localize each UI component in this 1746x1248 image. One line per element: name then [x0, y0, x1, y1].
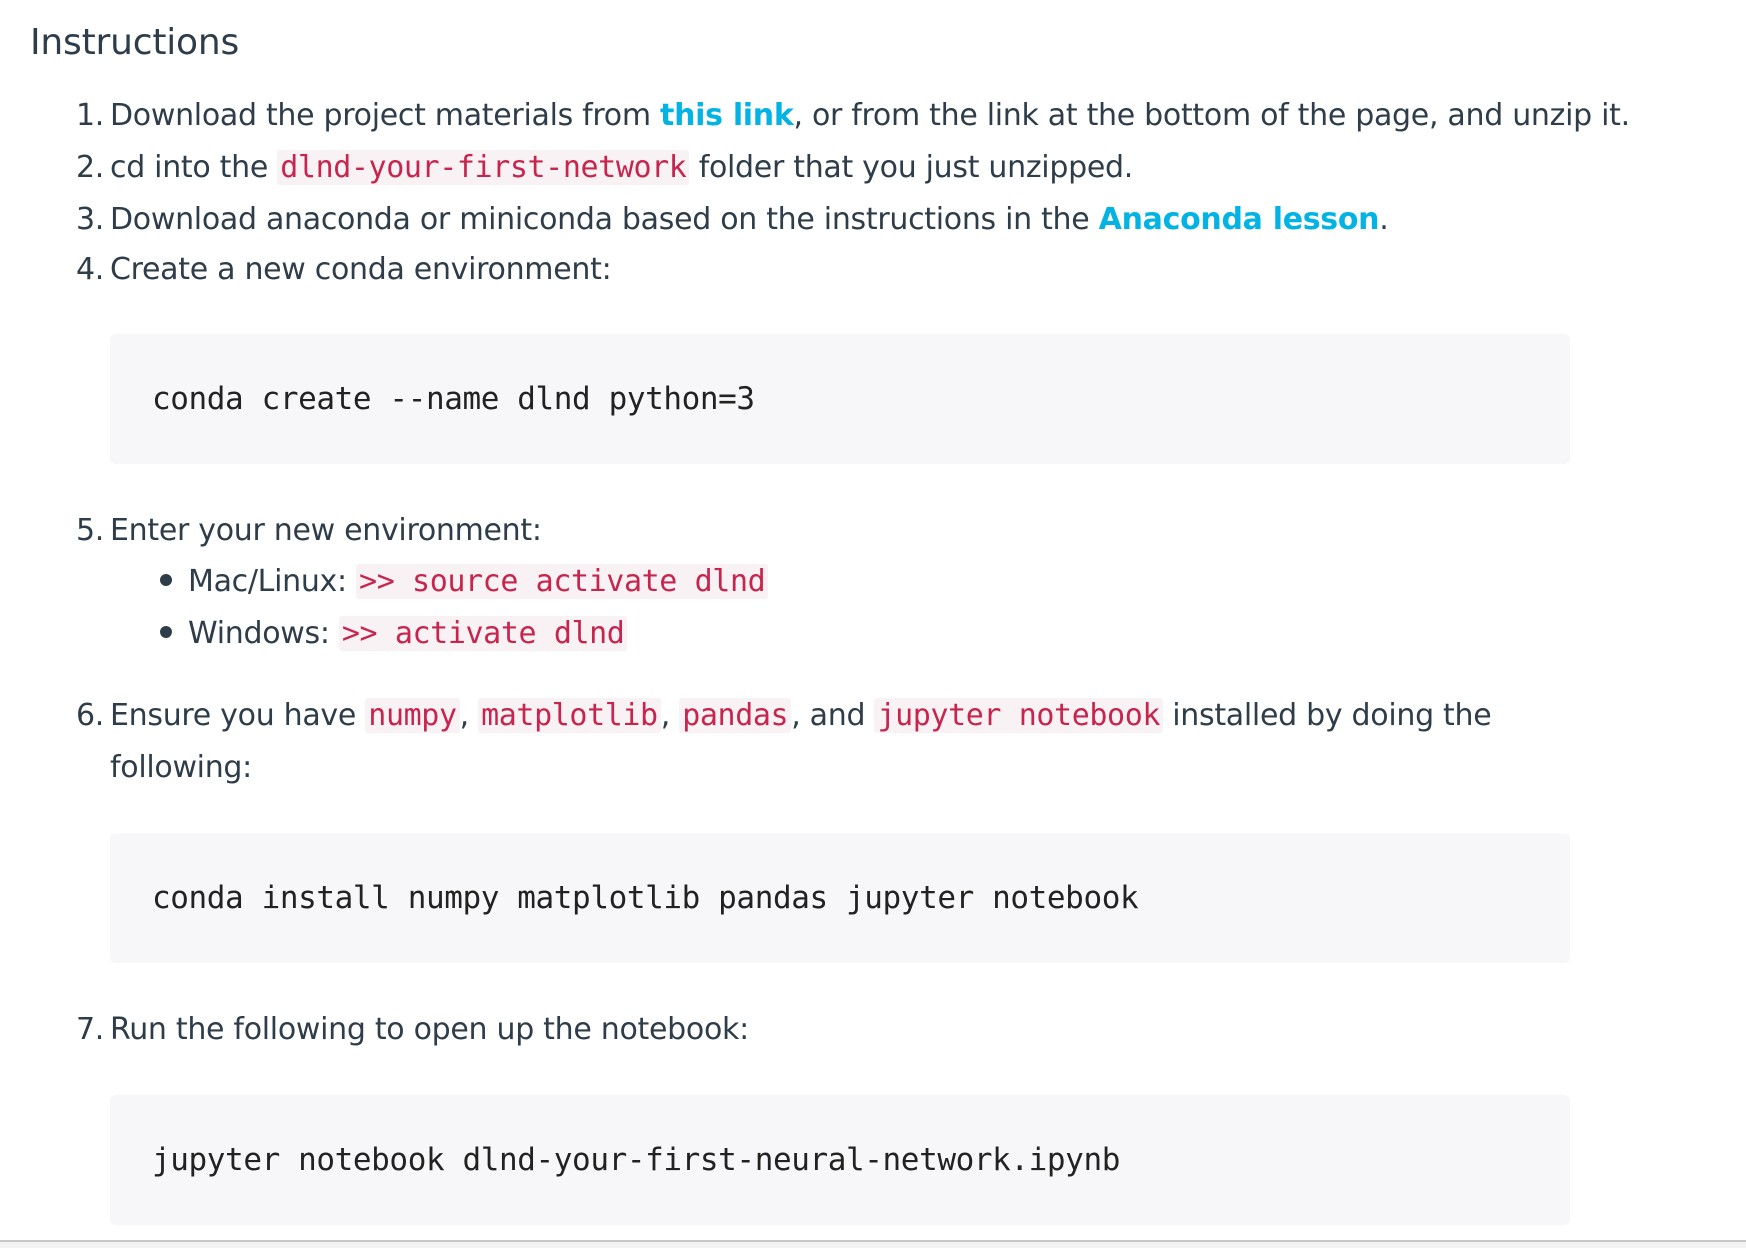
step-number: 1.	[76, 98, 105, 133]
code-block-conda-install: conda install numpy matplotlib pandas ju…	[110, 833, 1570, 963]
step-number: 2.	[76, 150, 105, 185]
step-text: .	[1379, 202, 1389, 237]
code-block-jupyter-notebook: jupyter notebook dlnd-your-first-neural-…	[110, 1095, 1570, 1225]
separator: ,	[660, 698, 680, 733]
step-text: installed by doing the	[1163, 698, 1492, 733]
bullet-label: Windows:	[188, 616, 339, 651]
step-5: 5. Enter your new environment:	[76, 505, 542, 557]
step-number: 6.	[76, 698, 105, 733]
bullet-mac-linux: Mac/Linux: >> source activate dlnd	[160, 556, 769, 608]
step-text: , or from the link at the bottom of the …	[793, 98, 1631, 133]
step-2: 2. cd into the dlnd-your-first-network fo…	[76, 142, 1133, 194]
inline-code-jupyter-notebook: jupyter notebook	[874, 698, 1164, 733]
step-text-continued: following:	[110, 750, 252, 785]
inline-code-numpy: numpy	[365, 698, 460, 733]
step-text: Ensure you have	[110, 698, 366, 733]
separator: ,	[459, 698, 479, 733]
step-number: 4.	[76, 252, 105, 287]
bullet-windows: Windows: >> activate dlnd	[160, 608, 628, 660]
bullet-dot	[160, 573, 172, 586]
step-6: 6. Ensure you have numpy, matplotlib, pan…	[76, 690, 1492, 794]
step-text: cd into the	[110, 150, 278, 185]
step-1: 1. Download the project materials from th…	[76, 90, 1630, 142]
step-number: 5.	[76, 513, 105, 548]
step-7: 7. Run the following to open up the noteb…	[76, 1004, 749, 1056]
bullet-dot	[160, 625, 172, 638]
step-4: 4. Create a new conda environment:	[76, 244, 612, 296]
step-3: 3. Download anaconda or miniconda based o…	[76, 194, 1389, 246]
this-link[interactable]: this link	[660, 98, 794, 133]
code-block-conda-create: conda create --name dlnd python=3	[110, 334, 1570, 464]
section-heading: Instructions	[30, 22, 240, 63]
step-number: 7.	[76, 1012, 105, 1047]
step-text: Download anaconda or miniconda based on …	[110, 202, 1099, 237]
inline-code-pandas: pandas	[679, 698, 792, 733]
inline-code: >> source activate dlnd	[356, 564, 769, 599]
separator: , and	[791, 698, 875, 733]
step-text: Create a new conda environment:	[110, 252, 612, 287]
step-text: folder that you just unzipped.	[689, 150, 1134, 185]
inline-code-matplotlib: matplotlib	[478, 698, 661, 733]
step-text: Enter your new environment:	[110, 513, 542, 548]
bullet-label: Mac/Linux:	[188, 564, 357, 599]
step-text: Download the project materials from	[110, 98, 661, 133]
bottom-strip	[0, 1242, 1746, 1248]
step-number: 3.	[76, 202, 105, 237]
instructions-page: Instructions 1. Download the project mate…	[0, 0, 1746, 1240]
inline-code: >> activate dlnd	[338, 616, 628, 651]
inline-code: dlnd-your-first-network	[277, 150, 690, 185]
anaconda-lesson-link[interactable]: Anaconda lesson	[1099, 202, 1380, 237]
step-text: Run the following to open up the noteboo…	[110, 1012, 749, 1047]
